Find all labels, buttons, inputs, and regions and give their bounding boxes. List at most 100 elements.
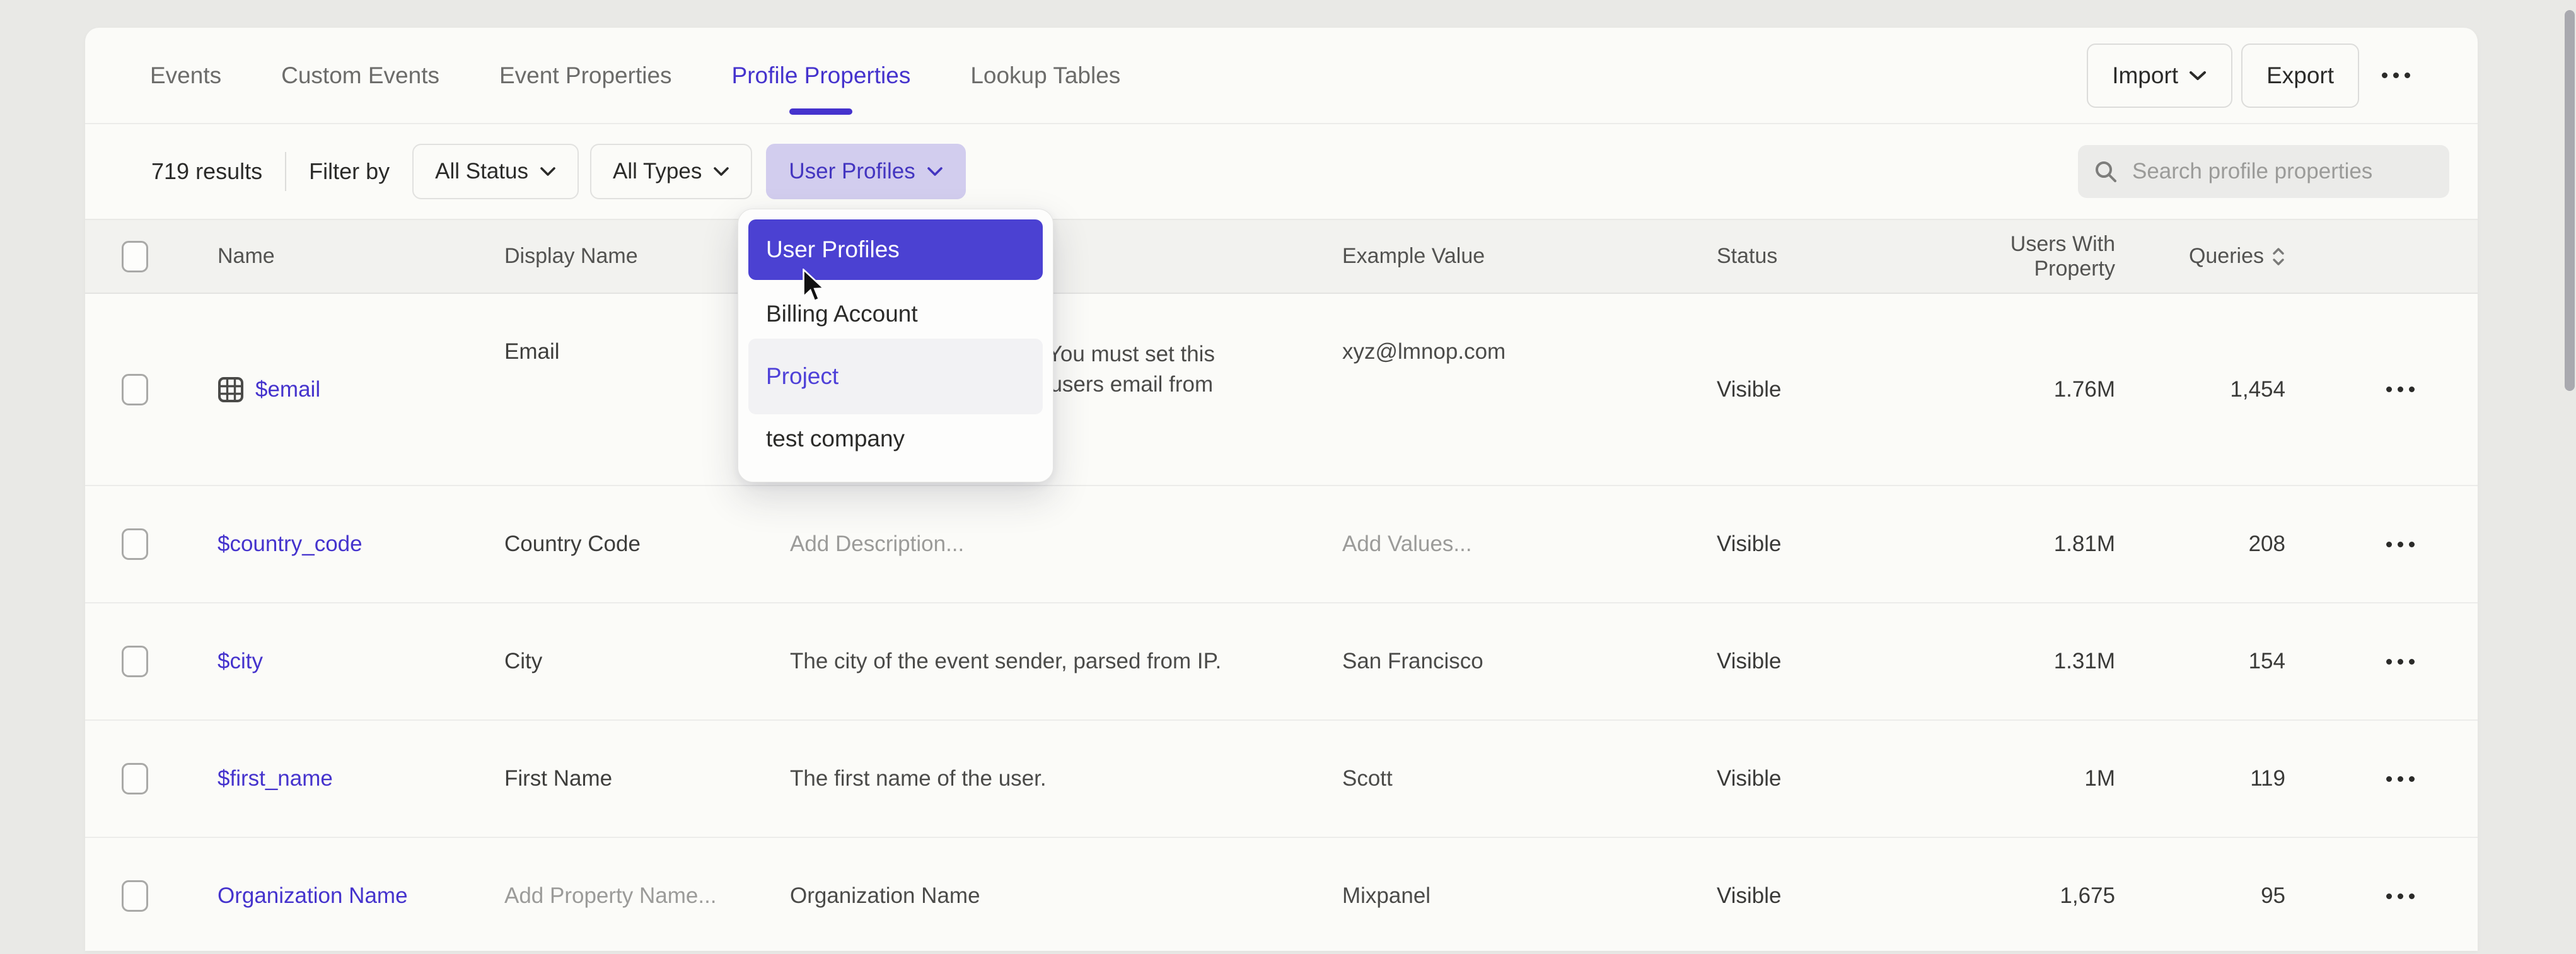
display-name[interactable]: Country Code <box>504 532 641 557</box>
search-input[interactable] <box>2131 158 2443 185</box>
display-name[interactable]: Add Property Name... <box>504 883 717 909</box>
property-name: $country_code <box>218 532 363 557</box>
more-icon <box>2409 387 2415 392</box>
import-button-label: Import <box>2112 62 2178 89</box>
property-name-link[interactable]: $first_name <box>218 766 333 791</box>
filter-by-label: Filter by <box>309 158 390 185</box>
display-name[interactable]: City <box>504 649 542 674</box>
more-icon <box>2398 893 2403 899</box>
property-name: $first_name <box>218 766 333 791</box>
chevron-down-icon <box>927 166 943 177</box>
divider <box>285 152 286 191</box>
status-value: Visible <box>1717 766 1781 791</box>
status-value: Visible <box>1717 377 1781 402</box>
type-filter-label: All Types <box>613 159 702 184</box>
example-value[interactable]: Add Values... <box>1342 532 1491 557</box>
more-icon <box>2386 659 2392 665</box>
dropdown-item-project[interactable]: Project <box>748 339 1043 414</box>
scrollbar-thumb[interactable] <box>2565 10 2575 391</box>
property-name-link[interactable]: Organization Name <box>218 883 408 909</box>
toolbar-actions: Import Export <box>2087 44 2478 108</box>
queries-header-label: Queries <box>2189 244 2264 269</box>
property-name: $email <box>255 377 320 402</box>
chevron-down-icon <box>713 166 729 177</box>
property-description[interactable]: Add Description... <box>790 529 983 559</box>
row-checkbox[interactable] <box>122 374 148 405</box>
tab-bar: Events Custom Events Event Properties Profi… <box>85 28 2478 124</box>
queries-value: 154 <box>2249 649 2285 674</box>
more-icon <box>2398 659 2403 665</box>
row-checkbox[interactable] <box>122 763 148 794</box>
row-more-button[interactable] <box>2374 764 2427 794</box>
dropdown-item-user-profiles[interactable]: User Profiles <box>748 219 1043 280</box>
active-tab-indicator <box>789 108 852 115</box>
entity-dropdown-menu: User Profiles Billing AccountProjecttest … <box>738 209 1053 482</box>
more-icon <box>2409 659 2415 665</box>
column-header-name[interactable]: Name <box>218 244 504 269</box>
type-filter-dropdown[interactable]: All Types <box>590 144 752 199</box>
row-checkbox[interactable] <box>122 880 148 912</box>
table-header: Name Display Name Description Example Va… <box>85 220 2478 294</box>
more-icon <box>2382 73 2387 78</box>
more-options-button[interactable] <box>2368 45 2424 107</box>
row-more-button[interactable] <box>2374 646 2427 677</box>
tab-events[interactable]: Events <box>150 28 221 123</box>
property-description[interactable]: The city of the event sender, parsed fro… <box>790 646 1240 677</box>
column-header-queries[interactable]: Queries <box>2115 244 2285 269</box>
users-with-property-value: 1.81M <box>2054 532 2115 557</box>
tab-event-properties[interactable]: Event Properties <box>499 28 672 123</box>
table-grid-icon <box>218 376 244 403</box>
property-name-link[interactable]: $country_code <box>218 532 363 557</box>
select-all-checkbox[interactable] <box>122 241 148 272</box>
table-row: $city City The city of the event sender,… <box>85 603 2478 721</box>
example-value[interactable]: xyz@lmnop.com <box>1342 339 1524 364</box>
column-header-users-with-property[interactable]: Users With Property <box>1925 232 2115 281</box>
status-value: Visible <box>1717 883 1781 909</box>
status-value: Visible <box>1717 532 1781 557</box>
dropdown-item-billing-account[interactable]: Billing Account <box>748 289 1043 339</box>
users-with-property-value: 1M <box>2084 766 2115 791</box>
column-header-example-value[interactable]: Example Value <box>1342 244 1717 269</box>
example-value[interactable]: San Francisco <box>1342 649 1502 674</box>
property-description[interactable]: Organization Name <box>790 881 999 911</box>
status-filter-dropdown[interactable]: All Status <box>412 144 579 199</box>
row-more-button[interactable] <box>2374 529 2427 560</box>
entity-dropdown-items: User Profiles Billing AccountProjecttest … <box>748 219 1043 463</box>
example-value[interactable]: Scott <box>1342 766 1412 791</box>
property-description[interactable]: The first name of the user. <box>790 764 1065 794</box>
tab-custom-events[interactable]: Custom Events <box>281 28 439 123</box>
more-icon <box>2398 387 2403 392</box>
more-icon <box>2405 73 2410 78</box>
more-icon <box>2386 893 2392 899</box>
display-name[interactable]: First Name <box>504 766 612 791</box>
tab-label: Profile Properties <box>732 62 911 89</box>
row-checkbox[interactable] <box>122 646 148 677</box>
row-checkbox[interactable] <box>122 528 148 560</box>
dropdown-item-test-company[interactable]: test company <box>748 414 1043 463</box>
status-filter-label: All Status <box>435 159 528 184</box>
import-button[interactable]: Import <box>2087 44 2232 108</box>
filter-bar: 719 results Filter by All Status All Typ… <box>85 124 2478 220</box>
export-button[interactable]: Export <box>2241 44 2359 108</box>
table-row: $country_code Country Code Add Descripti… <box>85 486 2478 603</box>
cursor-pointer <box>801 269 827 304</box>
row-more-button[interactable] <box>2374 881 2427 912</box>
more-icon <box>2409 776 2415 782</box>
example-value[interactable]: Mixpanel <box>1342 883 1449 909</box>
tab-lookup-tables[interactable]: Lookup Tables <box>970 28 1120 123</box>
more-icon <box>2409 542 2415 547</box>
status-value: Visible <box>1717 649 1781 674</box>
export-button-label: Export <box>2266 62 2334 89</box>
users-with-property-value: 1.31M <box>2054 649 2115 674</box>
row-more-button[interactable] <box>2374 374 2427 405</box>
display-name[interactable]: Email <box>504 339 560 364</box>
property-name: $city <box>218 649 263 674</box>
table-row: Organization Name Add Property Name... O… <box>85 838 2478 954</box>
entity-filter-dropdown[interactable]: User Profiles <box>766 144 965 199</box>
results-count: 719 results <box>151 158 262 185</box>
property-name-link[interactable]: $city <box>218 649 263 674</box>
tab-profile-properties[interactable]: Profile Properties <box>732 28 911 123</box>
queries-value: 1,454 <box>2230 377 2285 402</box>
property-name-link[interactable]: $email <box>218 376 320 403</box>
column-header-status[interactable]: Status <box>1717 244 1925 269</box>
